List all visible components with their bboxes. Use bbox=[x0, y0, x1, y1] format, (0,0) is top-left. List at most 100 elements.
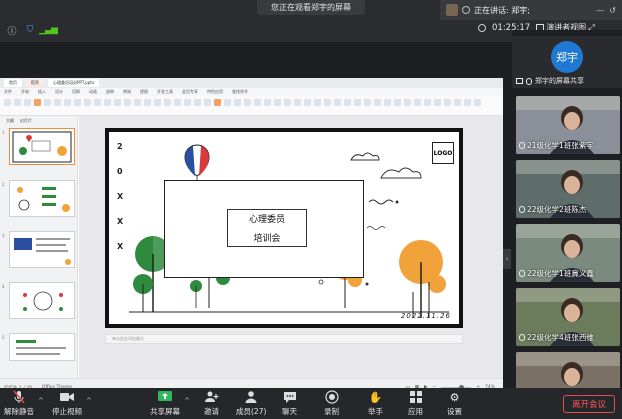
ribbon-tool-icon[interactable] bbox=[154, 99, 161, 106]
slide-thumbnail[interactable] bbox=[9, 333, 75, 361]
ribbon-tool-icon[interactable] bbox=[134, 99, 141, 106]
menu-item[interactable]: 插入 bbox=[38, 89, 46, 95]
ribbon-tool-icon[interactable] bbox=[84, 99, 91, 106]
share-options-caret[interactable]: ^ bbox=[184, 397, 190, 405]
menu-item[interactable]: 开发工具 bbox=[157, 89, 173, 95]
leave-meeting-button[interactable]: 离开会议 bbox=[563, 395, 615, 413]
ribbon-tool-icon[interactable] bbox=[374, 99, 381, 106]
video-options-caret[interactable]: ^ bbox=[86, 397, 92, 405]
members-button[interactable]: 成员(27) bbox=[236, 390, 266, 417]
menu-item[interactable]: 文件 bbox=[4, 89, 12, 95]
slide-thumbnail[interactable] bbox=[9, 180, 75, 217]
ribbon-tool-icon[interactable] bbox=[324, 99, 331, 106]
ribbon-tool-icon[interactable] bbox=[264, 99, 271, 106]
menu-item[interactable]: 审阅 bbox=[123, 89, 131, 95]
doc-tab-home[interactable]: 首页 bbox=[4, 79, 22, 87]
ribbon-tool-icon[interactable] bbox=[204, 99, 211, 106]
ribbon-tool-icon[interactable] bbox=[244, 99, 251, 106]
stop-video-button[interactable]: 停止视频 bbox=[52, 390, 82, 417]
ribbon-tool-icon[interactable] bbox=[124, 99, 131, 106]
audio-options-caret[interactable]: ^ bbox=[38, 397, 44, 405]
slide-thumbnail[interactable] bbox=[9, 231, 75, 268]
doc-tab-docer[interactable]: 稻壳 bbox=[26, 79, 44, 87]
ribbon-tool-icon[interactable] bbox=[464, 99, 471, 106]
active-speaker-panel[interactable]: 正在讲话: 郑宇; — ↺ bbox=[440, 0, 622, 20]
ribbon-tool-icon[interactable] bbox=[214, 99, 221, 106]
raise-hand-button[interactable]: ✋ 举手 bbox=[368, 390, 383, 417]
ribbon-tool-icon[interactable] bbox=[194, 99, 201, 106]
ribbon-tool-icon[interactable] bbox=[354, 99, 361, 106]
settings-button[interactable]: ⚙ 设置 bbox=[447, 390, 462, 417]
info-icon[interactable]: ⓘ bbox=[6, 24, 18, 37]
ribbon-tool-icon[interactable] bbox=[424, 99, 431, 106]
record-button[interactable]: 录制 bbox=[324, 390, 339, 417]
ribbon-tool-icon[interactable] bbox=[174, 99, 181, 106]
ribbon-tool-icon[interactable] bbox=[434, 99, 441, 106]
menu-item[interactable]: 切换 bbox=[72, 89, 80, 95]
ribbon-tool-icon[interactable] bbox=[34, 99, 41, 106]
ribbon-tool-icon[interactable] bbox=[224, 99, 231, 106]
ribbon-tool-icon[interactable] bbox=[454, 99, 461, 106]
ribbon-tool-icon[interactable] bbox=[444, 99, 451, 106]
chat-button[interactable]: 聊天 bbox=[282, 390, 297, 417]
gallery-collapse-handle[interactable]: › bbox=[503, 249, 511, 269]
participant-tile[interactable]: 21级化学1班张紫宇 bbox=[516, 96, 620, 154]
invite-button[interactable]: 邀请 bbox=[204, 390, 219, 417]
menu-item[interactable]: 视图 bbox=[140, 89, 148, 95]
participant-tile[interactable]: 22级化学4班张西维 bbox=[516, 288, 620, 346]
ribbon-tool-icon[interactable] bbox=[24, 99, 31, 106]
ribbon-tool-icon[interactable] bbox=[294, 99, 301, 106]
share-screen-button[interactable]: 共享屏幕 bbox=[150, 390, 180, 417]
ribbon-tool-icon[interactable] bbox=[414, 99, 421, 106]
ribbon-tool-icon[interactable] bbox=[364, 99, 371, 106]
ribbon-tool-icon[interactable] bbox=[304, 99, 311, 106]
ribbon-tool-icon[interactable] bbox=[164, 99, 171, 106]
participant-tile[interactable]: 22级化学1班冀义鑫 bbox=[516, 224, 620, 282]
participant-tile[interactable]: 22级化学2班陈杰 bbox=[516, 160, 620, 218]
presenter-tile[interactable]: 郑宇 郑宇的屏幕共享 bbox=[512, 36, 622, 88]
menu-item[interactable]: 设计 bbox=[55, 89, 63, 95]
ribbon-tool-icon[interactable] bbox=[344, 99, 351, 106]
back-icon[interactable]: ↺ bbox=[609, 6, 616, 15]
slide-thumbnail[interactable] bbox=[9, 282, 75, 319]
menu-item[interactable]: 开始 bbox=[21, 89, 29, 95]
ribbon-tool-icon[interactable] bbox=[64, 99, 71, 106]
ribbon-tool-icon[interactable] bbox=[4, 99, 11, 106]
doc-tab-ppt[interactable]: 心理委员培训PPT.pptx bbox=[48, 79, 100, 87]
ribbon-tool-icon[interactable] bbox=[114, 99, 121, 106]
ribbon-tool-icon[interactable] bbox=[74, 99, 81, 106]
ribbon-tool-icon[interactable] bbox=[334, 99, 341, 106]
outline-tab[interactable]: 大纲 bbox=[6, 118, 14, 124]
ribbon-tool-icon[interactable] bbox=[314, 99, 321, 106]
ribbon-tool-icon[interactable] bbox=[14, 99, 21, 106]
ribbon-tool-icon[interactable] bbox=[274, 99, 281, 106]
current-slide[interactable]: 2 0 X X X 心理委员 培训会 LOGO 2022.11.26 bbox=[105, 128, 463, 328]
ribbon-tool-icon[interactable] bbox=[384, 99, 391, 106]
notes-field[interactable]: 单击此处添加备注 bbox=[105, 334, 463, 344]
ribbon-tool-icon[interactable] bbox=[254, 99, 261, 106]
ribbon-tool-icon[interactable] bbox=[404, 99, 411, 106]
ribbon-tool-icon[interactable] bbox=[144, 99, 151, 106]
ribbon-tool-icon[interactable] bbox=[184, 99, 191, 106]
ribbon-tool-icon[interactable] bbox=[394, 99, 401, 106]
slide-thumbnail[interactable] bbox=[9, 128, 75, 165]
menu-item[interactable]: 动画 bbox=[89, 89, 97, 95]
slide-title-box[interactable]: 心理委员 培训会 bbox=[227, 209, 307, 247]
menu-item[interactable]: 查找命令 bbox=[232, 89, 248, 95]
signal-icon[interactable]: ▁▃▅ bbox=[39, 24, 58, 36]
ribbon-tool-icon[interactable] bbox=[44, 99, 51, 106]
ribbon-tool-icon[interactable] bbox=[474, 99, 481, 106]
menu-item[interactable]: 会员专享 bbox=[182, 89, 198, 95]
ribbon-tool-icon[interactable] bbox=[234, 99, 241, 106]
minimize-icon[interactable]: — bbox=[596, 6, 604, 15]
ribbon-tool-icon[interactable] bbox=[104, 99, 111, 106]
menu-item[interactable]: 特色应用 bbox=[207, 89, 223, 95]
ribbon-tool-icon[interactable] bbox=[54, 99, 61, 106]
ribbon-tool-icon[interactable] bbox=[284, 99, 291, 106]
apps-button[interactable]: 应用 bbox=[408, 390, 423, 417]
shield-icon[interactable]: ⛉ bbox=[24, 24, 36, 36]
menu-item[interactable]: 放映 bbox=[106, 89, 114, 95]
slides-tab[interactable]: 幻灯片 bbox=[20, 118, 32, 124]
unmute-button[interactable]: 解除静音 bbox=[4, 390, 34, 417]
ribbon-tool-icon[interactable] bbox=[94, 99, 101, 106]
